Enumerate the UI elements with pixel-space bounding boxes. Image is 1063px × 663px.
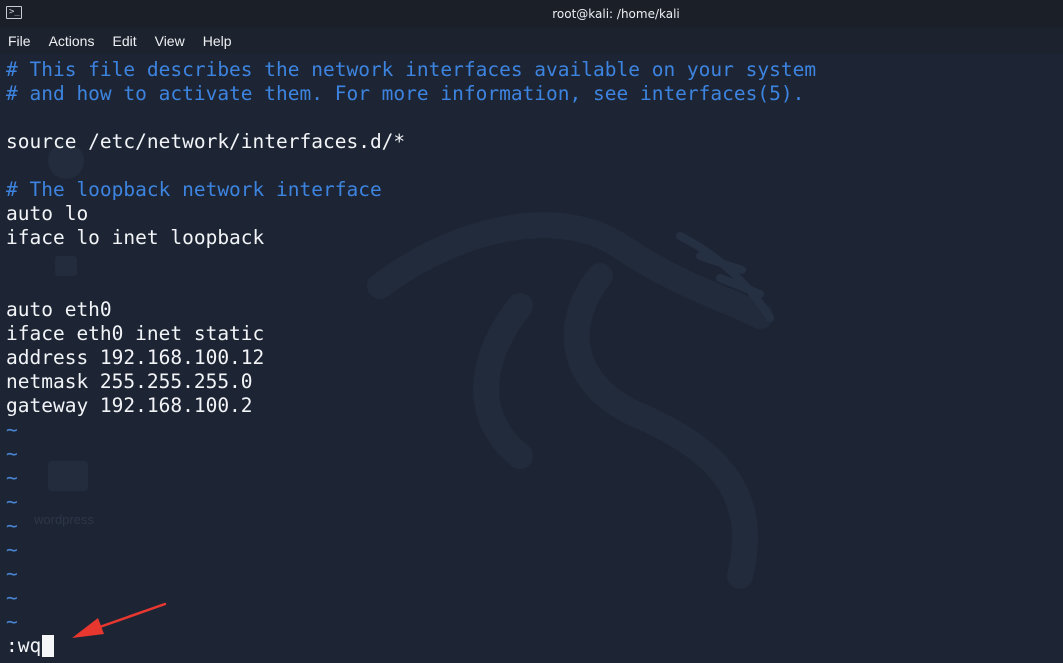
- code-line: auto eth0: [6, 298, 112, 321]
- empty-line-marker: ~: [6, 490, 18, 513]
- vim-editor-buffer[interactable]: # This file describes the network interf…: [6, 58, 816, 634]
- empty-line-marker: ~: [6, 610, 18, 633]
- empty-line-marker: ~: [6, 514, 18, 537]
- empty-line-marker: ~: [6, 418, 18, 441]
- code-line: gateway 192.168.100.2: [6, 394, 253, 417]
- window-title: root@kali: /home/kali: [552, 7, 680, 21]
- text-cursor: [42, 635, 55, 657]
- code-line: address 192.168.100.12: [6, 346, 265, 369]
- terminal-window: >_ root@kali: /home/kali File Actions Ed…: [0, 0, 1063, 663]
- code-line: netmask 255.255.255.0: [6, 370, 253, 393]
- menu-bar: File Actions Edit View Help: [0, 28, 1063, 54]
- menu-file[interactable]: File: [6, 31, 33, 51]
- code-line: iface lo inet loopback: [6, 226, 265, 249]
- empty-line-marker: ~: [6, 562, 18, 585]
- vim-command-text: :wq: [6, 634, 42, 657]
- vim-command-line[interactable]: :wq: [6, 634, 55, 658]
- comment-line: # The loopback network interface: [6, 178, 382, 201]
- comment-line: # This file describes the network interf…: [6, 58, 817, 81]
- menu-edit[interactable]: Edit: [110, 31, 138, 51]
- empty-line-marker: ~: [6, 466, 18, 489]
- title-bar: >_ root@kali: /home/kali: [0, 0, 1063, 28]
- code-line: source /etc/network/interfaces.d/*: [6, 130, 406, 153]
- empty-line-marker: ~: [6, 442, 18, 465]
- code-line: iface eth0 inet static: [6, 322, 265, 345]
- menu-help[interactable]: Help: [201, 31, 234, 51]
- menu-actions[interactable]: Actions: [47, 31, 97, 51]
- menu-view[interactable]: View: [153, 31, 187, 51]
- comment-line: # and how to activate them. For more inf…: [6, 82, 805, 105]
- terminal-content[interactable]: wordpress # This file describes the netw…: [0, 56, 1063, 663]
- empty-line-marker: ~: [6, 538, 18, 561]
- code-line: auto lo: [6, 202, 89, 225]
- empty-line-marker: ~: [6, 586, 18, 609]
